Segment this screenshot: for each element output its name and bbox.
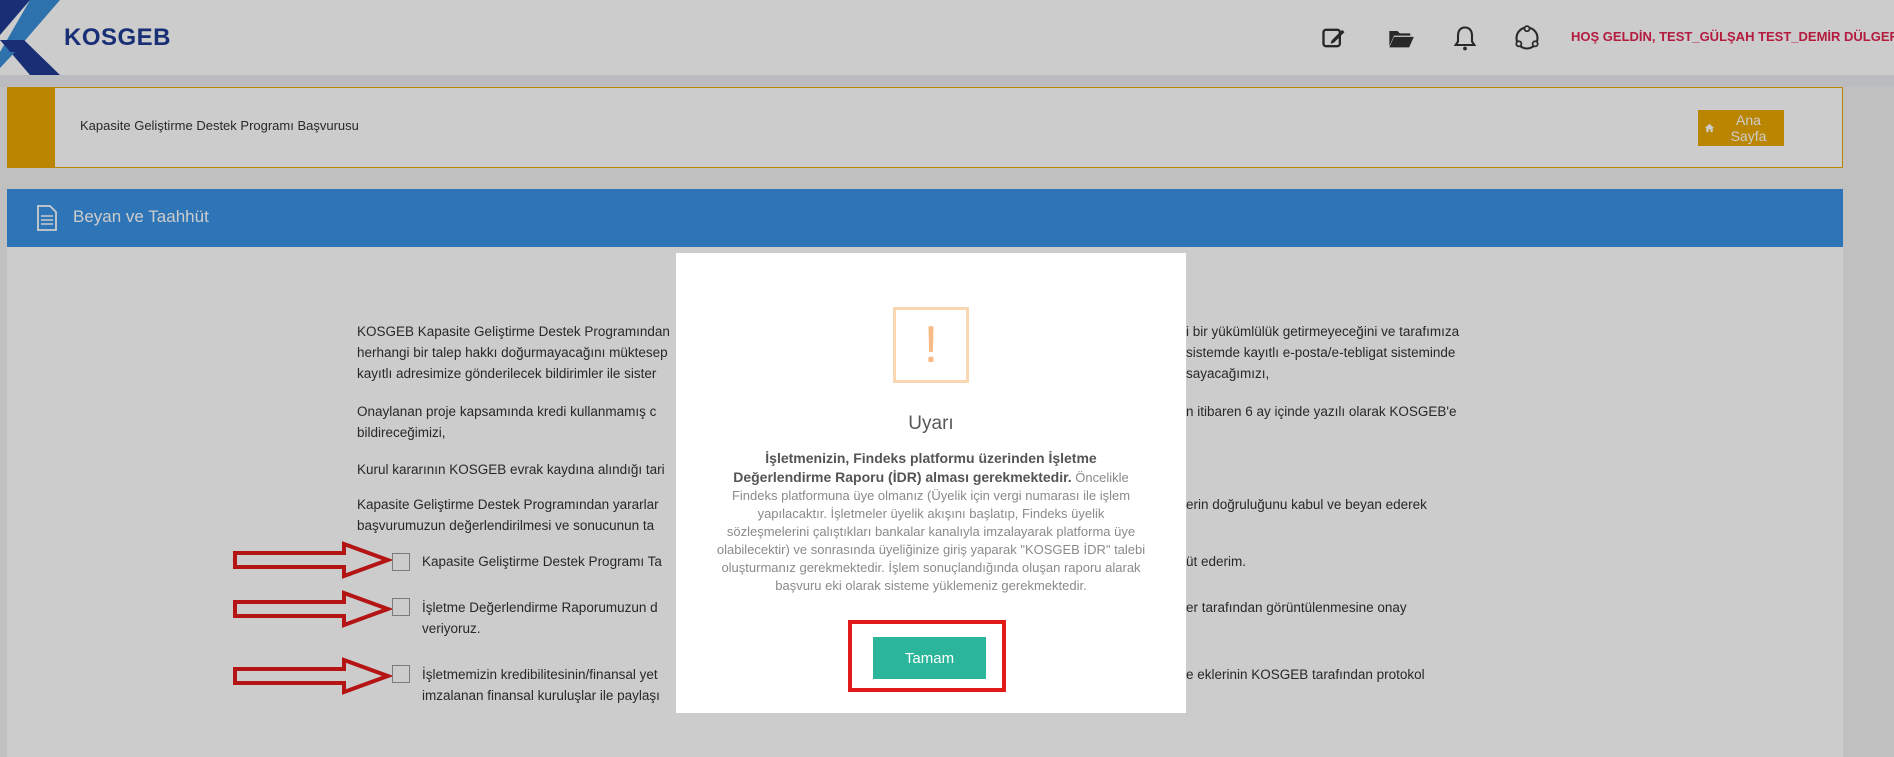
ok-button[interactable]: Tamam <box>873 637 986 679</box>
warning-icon: ! <box>893 307 969 383</box>
dialog-message-rest: Öncelikle Findeks platformuna üye olmanı… <box>716 470 1146 593</box>
warning-dialog: ! Uyarı İşletmenizin, Findeks platformu … <box>676 253 1186 713</box>
dialog-message-bold: İşletmenizin, Findeks platformu üzerinde… <box>733 450 1097 485</box>
dialog-message: İşletmenizin, Findeks platformu üzerinde… <box>716 449 1146 595</box>
dialog-title: Uyarı <box>908 413 954 434</box>
warning-glyph: ! <box>923 316 939 374</box>
